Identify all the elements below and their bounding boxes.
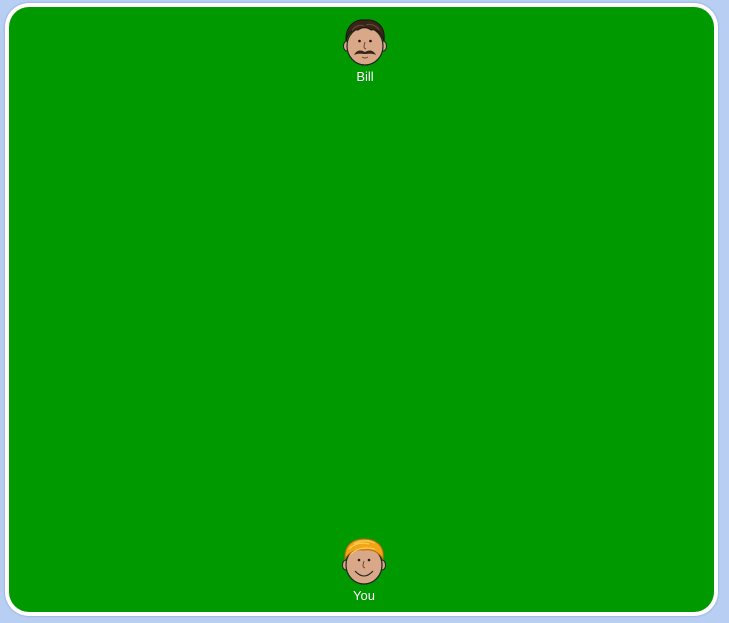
player-avatar-icon — [342, 538, 386, 585]
opponent-name-label: Bill — [356, 69, 374, 84]
game-table: Bill You — [9, 7, 714, 612]
opponent-avatar-icon — [343, 19, 387, 66]
opponent-seat: Bill — [325, 17, 405, 84]
game-frame: Bill You — [5, 3, 718, 616]
player-seat: You — [324, 536, 404, 603]
player-name-label: You — [353, 588, 375, 603]
